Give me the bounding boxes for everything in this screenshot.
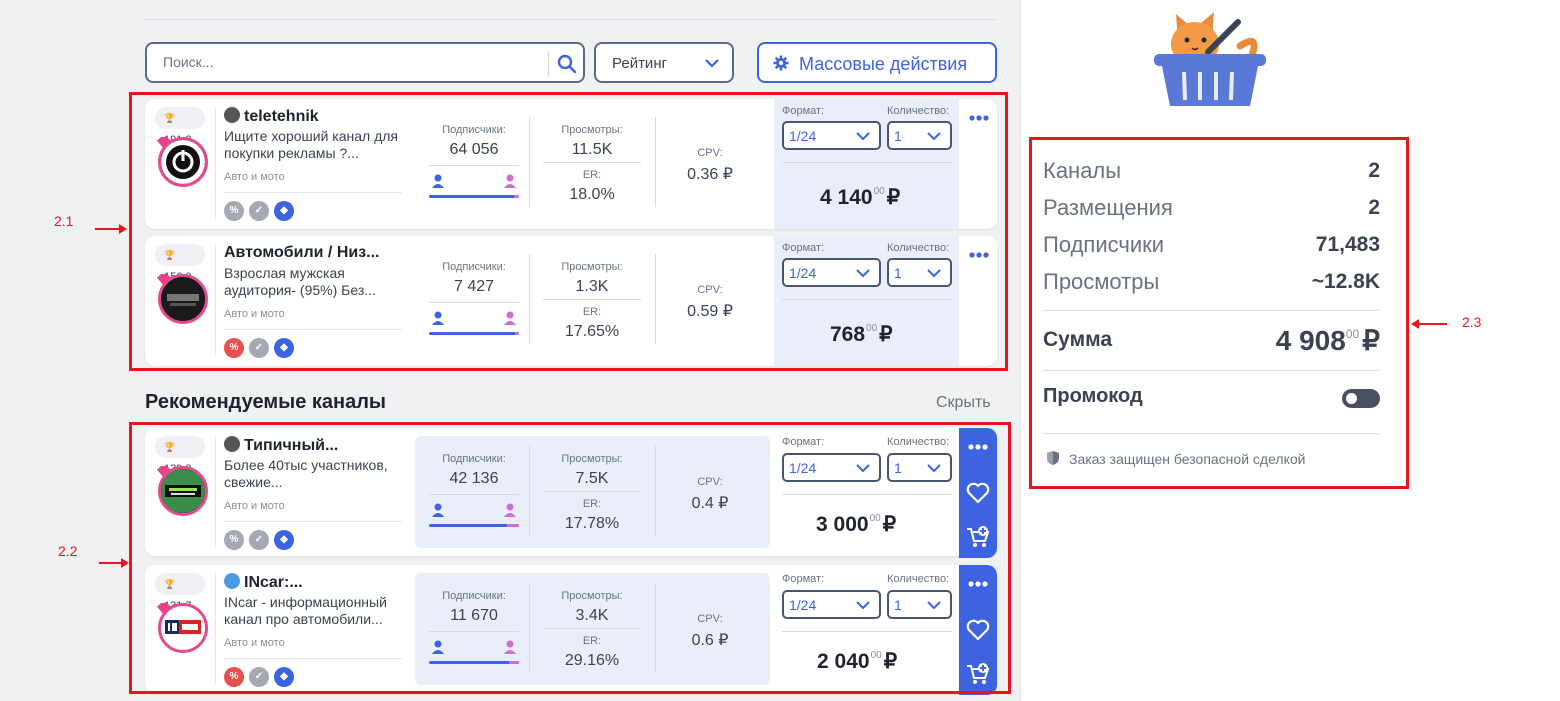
highlight-box-recommended — [129, 422, 1011, 694]
annotation-2-1: 2.1 — [54, 213, 74, 229]
search-divider — [548, 52, 549, 76]
gear-icon — [773, 55, 789, 71]
recommended-title: Рекомендуемые каналы — [145, 391, 386, 413]
search-input[interactable] — [163, 54, 543, 70]
cat-basket-illustration — [1154, 12, 1266, 106]
chevron-down-icon — [705, 59, 719, 68]
annotation-arrow — [1411, 319, 1447, 329]
annotation-2-3: 2.3 — [1462, 314, 1482, 330]
mass-actions-button[interactable]: Массовые действия — [757, 42, 997, 83]
annotation-arrow — [95, 224, 127, 234]
highlight-box-summary — [1029, 137, 1409, 489]
search-box[interactable] — [145, 42, 585, 83]
annotation-2-2: 2.2 — [58, 543, 78, 559]
sort-select[interactable]: Рейтинг — [594, 42, 734, 83]
annotation-arrow — [99, 558, 129, 568]
hide-recommended-link[interactable]: Скрыть — [936, 394, 991, 412]
highlight-box-cart — [129, 92, 1008, 371]
top-divider — [145, 19, 997, 20]
sort-select-label: Рейтинг — [612, 55, 668, 72]
mass-actions-label: Массовые действия — [799, 54, 968, 74]
search-icon[interactable] — [555, 52, 579, 76]
